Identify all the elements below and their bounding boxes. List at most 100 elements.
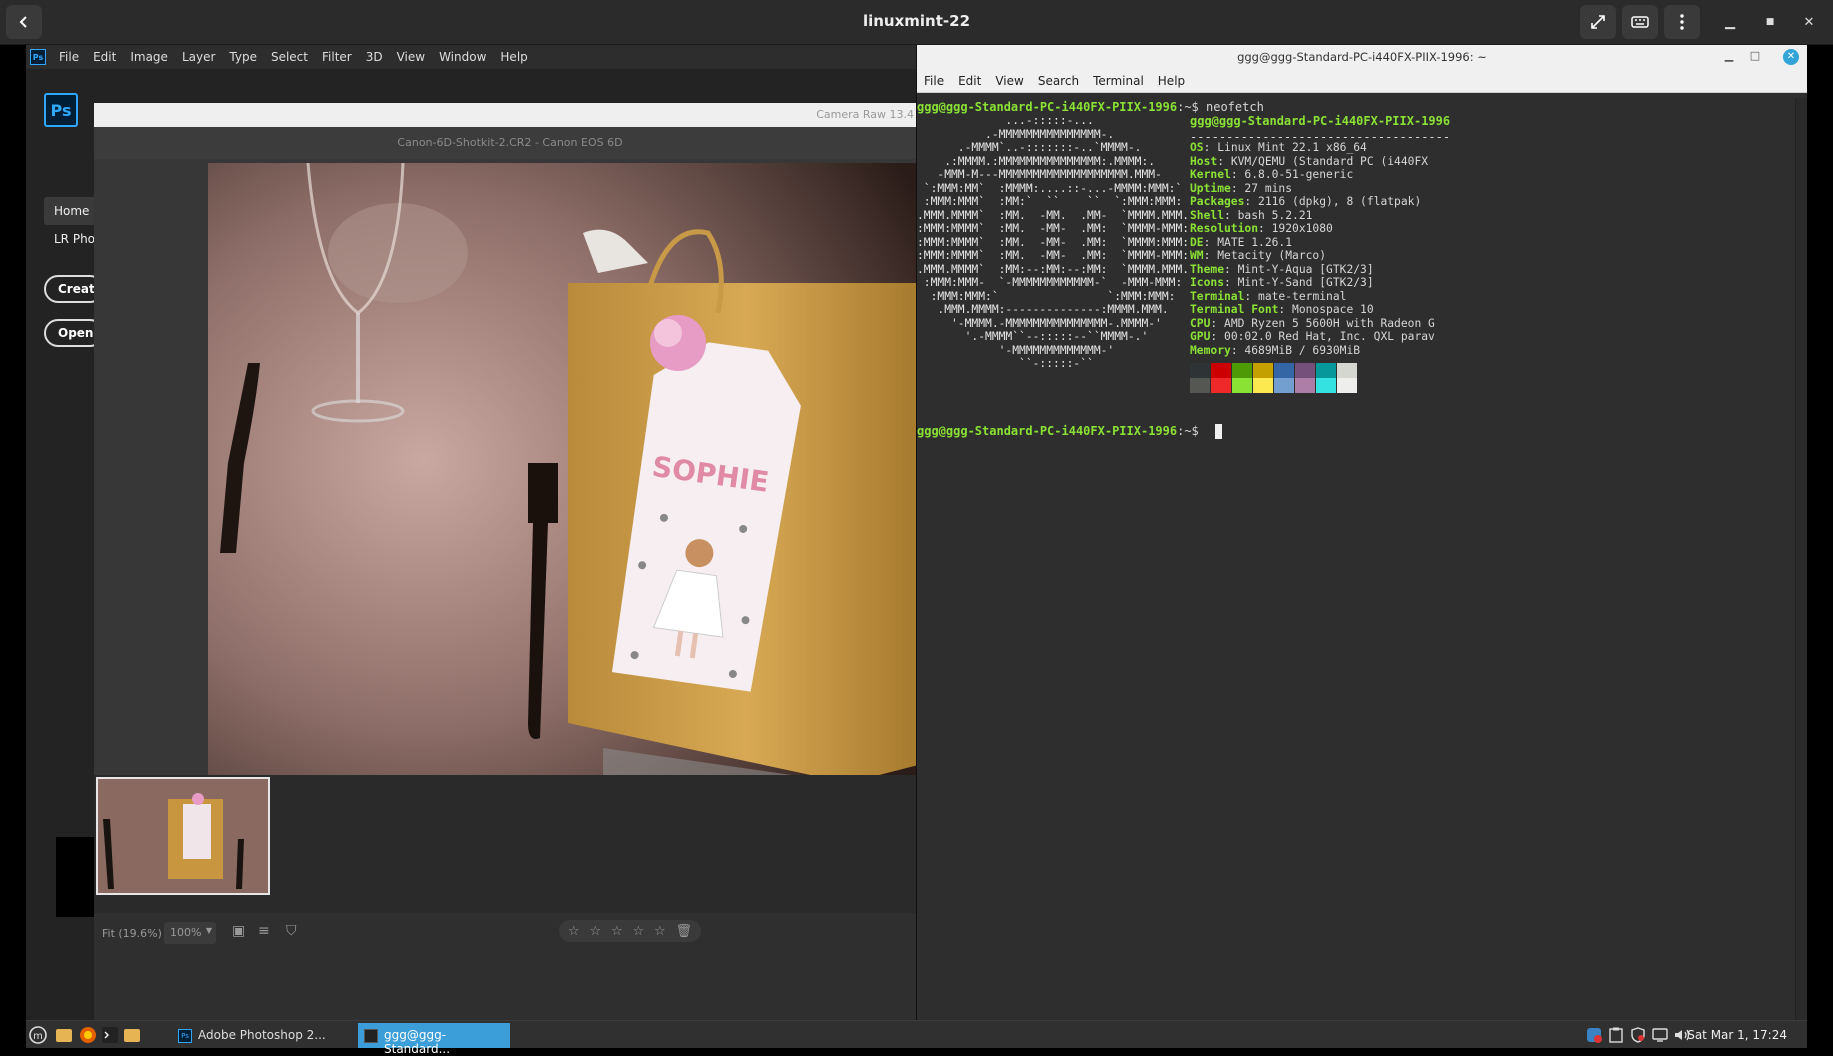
recent-file-thumbnail[interactable] [56, 837, 98, 917]
firefox-launcher[interactable] [78, 1025, 98, 1045]
fit-zoom-label[interactable]: Fit (19.6%) [102, 927, 162, 940]
files-launcher[interactable] [54, 1025, 74, 1045]
ps-menu-filter[interactable]: Filter [315, 50, 359, 64]
info-label: Kernel [1190, 168, 1231, 181]
more-options-button[interactable] [1664, 5, 1700, 39]
back-button[interactable] [6, 5, 42, 39]
update-icon [1587, 1028, 1602, 1043]
info-value: AMD Ryzen 5 5600H with Radeon G [1224, 316, 1435, 330]
ps-menu-window[interactable]: Window [432, 50, 493, 64]
ps-menu-help[interactable]: Help [493, 50, 534, 64]
palette-swatch [1295, 363, 1315, 378]
info-label: Memory [1190, 343, 1231, 357]
ps-menu-image[interactable]: Image [123, 50, 175, 64]
fullscreen-icon [1591, 15, 1605, 29]
folder-icon [124, 1029, 140, 1042]
info-label: WM [1190, 249, 1204, 262]
info-label: OS [1190, 141, 1204, 154]
fullscreen-button[interactable] [1580, 5, 1616, 39]
palette-swatch [1190, 378, 1210, 393]
taskbar-window-terminal[interactable]: ggg@ggg-Standard... [358, 1023, 510, 1056]
term-menu-help[interactable]: Help [1151, 74, 1192, 88]
term-menu-view[interactable]: View [988, 74, 1030, 88]
network-tray[interactable] [1650, 1025, 1670, 1045]
taskbar-window-label: ggg@ggg-Standard... [384, 1028, 451, 1056]
star-icon[interactable]: ☆ [654, 924, 666, 939]
term-menu-file[interactable]: File [917, 74, 951, 88]
info-value: Mint-Y-Sand [GTK2/3] [1237, 276, 1374, 289]
ps-menu-select[interactable]: Select [264, 50, 315, 64]
filmstrip-thumbnail[interactable] [96, 777, 270, 895]
ps-menu-edit[interactable]: Edit [86, 50, 123, 64]
info-colon: : [1203, 249, 1218, 262]
ps-menu-file[interactable]: File [52, 50, 86, 64]
host-maximize-button[interactable]: ■ [1760, 12, 1780, 32]
ps-menu-3d[interactable]: 3D [359, 50, 390, 64]
filter-icon[interactable]: ⛉ [286, 923, 306, 943]
star-icon[interactable]: ☆ [589, 924, 601, 939]
keyboard-button[interactable] [1622, 5, 1658, 39]
trash-icon[interactable]: 🗑 [676, 924, 693, 939]
palette-swatch [1316, 378, 1336, 393]
desktop: Ps File Edit Image Layer Type Select Fil… [26, 45, 1807, 1020]
terminal-icon [364, 1029, 378, 1043]
info-colon: : [1224, 262, 1238, 276]
info-label: Terminal Font [1190, 303, 1279, 316]
files-launcher-2[interactable] [122, 1025, 142, 1045]
shield-icon [1631, 1027, 1645, 1043]
info-label: Host [1190, 154, 1218, 168]
info-value: Metacity (Marco) [1217, 249, 1327, 262]
info-value: mate-terminal [1258, 289, 1347, 303]
terminal-close-button[interactable]: ✕ [1783, 49, 1799, 65]
image-preview-area[interactable]: SOPHIE [94, 159, 926, 825]
prompt-user: ggg@ggg-Standard-PC-i440FX-PIIX-1996 [917, 100, 1178, 114]
sort-icon[interactable]: ≡ [258, 923, 278, 943]
info-colon: : [1217, 154, 1231, 168]
taskbar-window-photoshop[interactable]: Ps Adobe Photoshop 2... [172, 1023, 358, 1048]
terminal-launcher[interactable] [100, 1025, 120, 1045]
zoom-select[interactable]: 100% ▼ [164, 922, 216, 944]
mint-logo-icon: m [29, 1026, 47, 1044]
mint-menu-button[interactable]: m [28, 1025, 48, 1045]
command-text: neofetch [1206, 100, 1264, 114]
info-value: 2116 (dpkg), 8 (flatpak) [1258, 195, 1422, 208]
info-value: Mint-Y-Aqua [GTK2/3] [1237, 262, 1374, 276]
chevron-left-icon [19, 16, 27, 28]
info-label: CPU [1190, 316, 1211, 330]
terminal-output[interactable]: ggg@ggg-Standard-PC-i440FX-PIIX-1996:~$ … [917, 98, 1795, 1020]
host-close-button[interactable]: ✕ [1799, 12, 1819, 32]
star-icon[interactable]: ☆ [568, 924, 580, 939]
star-icon[interactable]: ☆ [611, 924, 623, 939]
terminal-scrollbar[interactable] [1795, 98, 1807, 1020]
term-menu-search[interactable]: Search [1031, 74, 1086, 88]
info-colon: : [1210, 316, 1225, 330]
terminal-window: ggg@ggg-Standard-PC-i440FX-PIIX-1996: ~ … [916, 45, 1807, 1020]
image-save-icon[interactable]: ▣ [232, 923, 252, 943]
star-icon[interactable]: ☆ [632, 924, 644, 939]
ps-menu-type[interactable]: Type [222, 50, 264, 64]
palette-swatch [1253, 378, 1273, 393]
info-label: Packages [1190, 195, 1245, 208]
ps-menu-layer[interactable]: Layer [175, 50, 222, 64]
info-value: 27 mins [1244, 181, 1293, 195]
ps-menu-view[interactable]: View [390, 50, 432, 64]
close-icon: ✕ [1803, 14, 1815, 30]
photo-preview[interactable]: SOPHIE [208, 163, 926, 825]
info-label: DE [1190, 235, 1204, 249]
host-minimize-button[interactable]: ▁ [1720, 12, 1740, 32]
term-menu-edit[interactable]: Edit [951, 74, 988, 88]
palette-swatch [1337, 363, 1357, 378]
terminal-maximize-button[interactable]: □ [1747, 49, 1763, 65]
photoshop-window: Ps File Edit Image Layer Type Select Fil… [26, 45, 926, 1020]
kebab-menu-icon [1680, 14, 1684, 30]
palette-swatch [1274, 363, 1294, 378]
clock[interactable]: Sat Mar 1, 17:24 [1687, 1028, 1787, 1042]
security-tray[interactable] [1628, 1025, 1648, 1045]
update-manager-tray[interactable] [1584, 1025, 1604, 1045]
terminal-minimize-button[interactable]: ▁ [1721, 49, 1737, 65]
keyboard-icon [1631, 16, 1649, 28]
close-icon: ✕ [1786, 51, 1796, 62]
clipboard-tray[interactable] [1606, 1025, 1626, 1045]
info-colon: : [1278, 303, 1293, 316]
term-menu-terminal[interactable]: Terminal [1086, 74, 1151, 88]
